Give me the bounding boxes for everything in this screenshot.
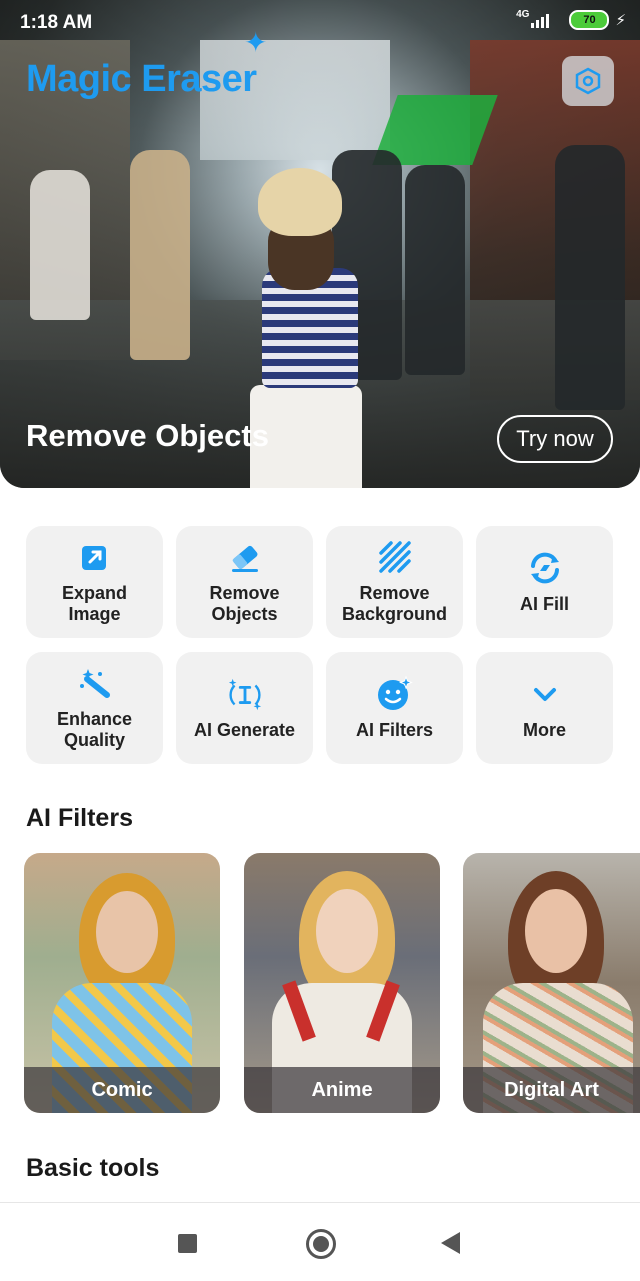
tool-remove-background[interactable]: Remove Background — [326, 526, 463, 638]
stripes-icon — [377, 539, 413, 575]
hero-person — [405, 165, 465, 375]
hero-person — [130, 150, 190, 360]
tool-expand-image[interactable]: Expand Image — [26, 526, 163, 638]
tool-label: AI Filters — [355, 719, 434, 740]
hexagon-settings-icon — [575, 67, 601, 95]
text-cursor-icon — [227, 676, 263, 712]
filter-card-label: Anime — [244, 1067, 440, 1113]
chevron-down-icon — [527, 676, 563, 712]
basic-tools-heading: Basic tools — [26, 1154, 160, 1182]
ai-filters-heading: AI Filters — [26, 804, 133, 832]
magic-wand-icon — [77, 665, 113, 701]
charging-icon: ⚡ — [615, 12, 626, 29]
card-illustration-face — [316, 889, 378, 973]
filter-card-label: Digital Art — [463, 1067, 640, 1113]
tool-label: Enhance Quality — [56, 709, 133, 750]
try-now-button[interactable]: Try now — [497, 415, 613, 463]
hero-banner[interactable]: 1:18 AM 4G 70 ⚡ ✦ Magic Eraser Remove Ob… — [0, 0, 640, 488]
hero-person — [30, 170, 90, 320]
tool-enhance-quality[interactable]: Enhance Quality — [26, 652, 163, 764]
status-time: 1:18 AM — [20, 12, 93, 33]
tool-ai-fill[interactable]: AI Fill — [476, 526, 613, 638]
card-illustration-face — [96, 891, 158, 973]
back-button[interactable] — [441, 1232, 460, 1254]
tool-label: More — [522, 719, 566, 740]
filter-card-label: Comic — [24, 1067, 220, 1113]
hero-caption: Remove Objects — [26, 418, 269, 453]
hero-girl-hat — [258, 168, 342, 236]
filter-card-anime[interactable]: Anime — [244, 853, 440, 1113]
tool-label: Remove Objects — [209, 583, 280, 624]
eraser-icon — [227, 539, 263, 575]
smiley-icon — [377, 675, 413, 712]
filter-card-digital-art[interactable]: Digital Art — [463, 853, 640, 1113]
home-button[interactable] — [306, 1229, 336, 1259]
expand-icon — [77, 539, 113, 575]
tool-label: AI Generate — [193, 719, 296, 740]
system-navigation-bar — [0, 1202, 640, 1281]
settings-button[interactable] — [562, 56, 614, 106]
hero-person — [555, 145, 625, 410]
network-type: 4G — [516, 8, 530, 20]
battery-icon: 70 — [569, 10, 610, 30]
filter-card-comic[interactable]: Comic — [24, 853, 220, 1113]
tool-label: Expand Image — [61, 583, 127, 624]
tool-label: Remove Background — [341, 583, 447, 624]
card-illustration-face — [525, 889, 587, 973]
sparkle-icon: ✦ — [244, 27, 268, 58]
tool-ai-filters[interactable]: AI Filters — [326, 652, 463, 764]
signal-icon — [531, 12, 550, 28]
ai-fill-icon — [527, 550, 563, 586]
tool-remove-objects[interactable]: Remove Objects — [176, 526, 313, 638]
tool-label: AI Fill — [520, 593, 569, 614]
tools-grid: Expand Image Remove Objects Remove Backg… — [26, 526, 614, 764]
status-indicators: 4G 70 ⚡ — [516, 8, 626, 30]
status-bar: 1:18 AM 4G 70 ⚡ — [0, 0, 640, 44]
tool-more[interactable]: More — [476, 652, 613, 764]
tool-ai-generate[interactable]: AI Generate — [176, 652, 313, 764]
recents-button[interactable] — [178, 1234, 197, 1253]
app-title: Magic Eraser — [26, 58, 257, 100]
